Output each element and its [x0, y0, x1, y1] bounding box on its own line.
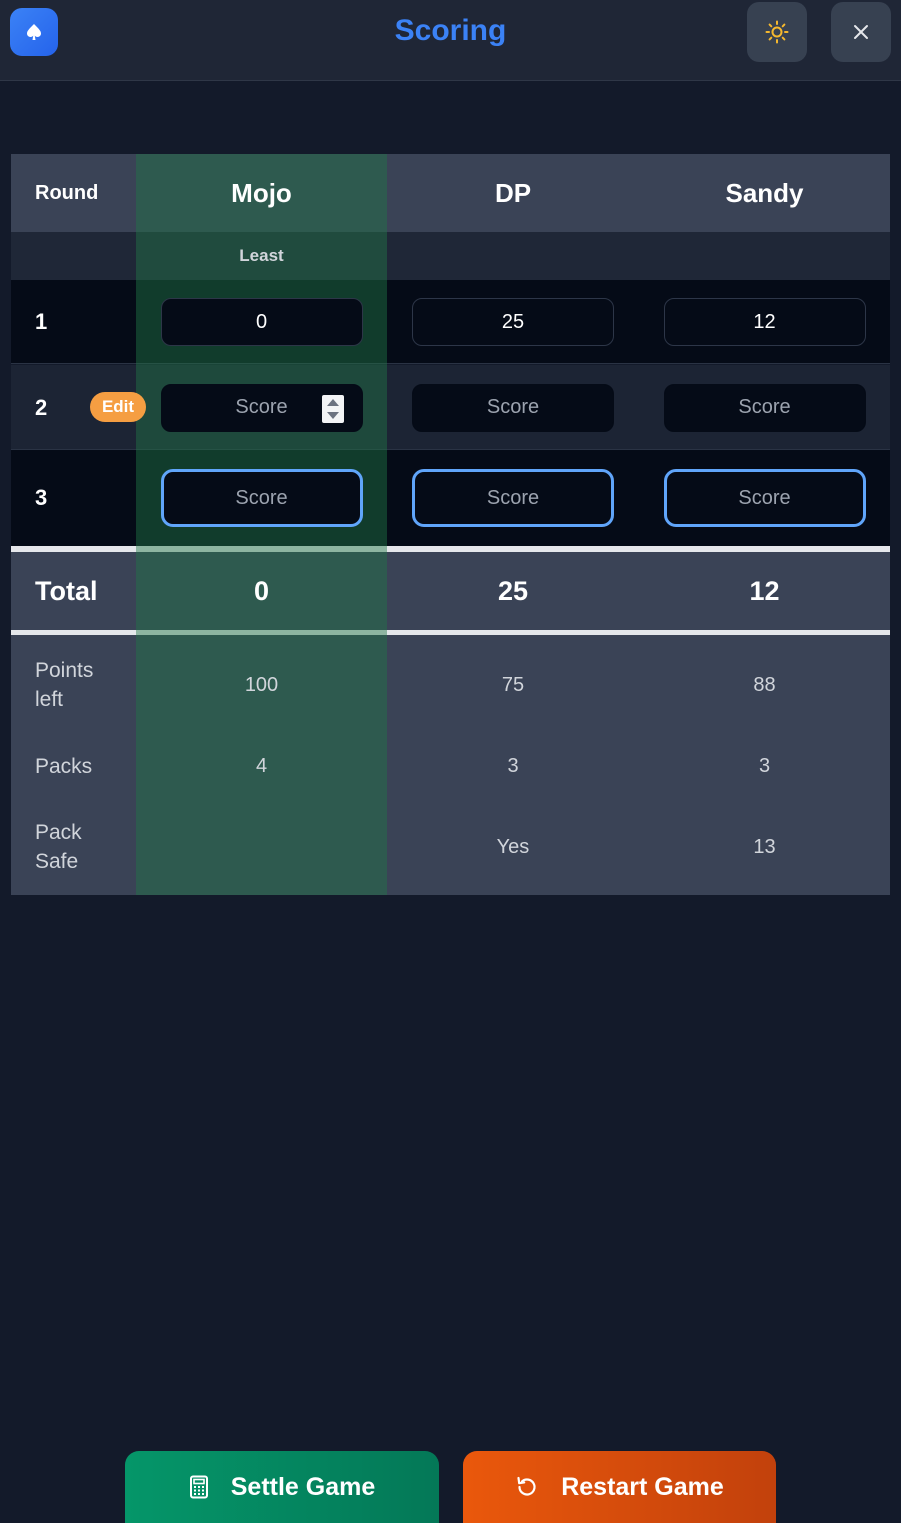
least-label: Least: [239, 246, 284, 265]
score-placeholder: Score: [235, 486, 288, 509]
packs-value: 4: [255, 754, 268, 777]
close-button[interactable]: [831, 2, 891, 62]
settle-game-label: Settle Game: [230, 1472, 376, 1501]
score-placeholder: Score: [738, 486, 791, 509]
player-name-header: DP: [494, 177, 532, 208]
theme-toggle-button[interactable]: [747, 2, 807, 62]
total-value: 0: [253, 575, 270, 606]
score-input[interactable]: Score: [663, 383, 866, 432]
round-column-header: Round: [35, 181, 99, 204]
score-input[interactable]: Score: [412, 383, 614, 432]
close-icon: [854, 25, 868, 39]
pack-safe-value: Yes: [496, 835, 530, 858]
number-spinner-icon[interactable]: [321, 394, 344, 423]
rotate-icon: [517, 1476, 536, 1496]
total-value: 25: [497, 575, 529, 606]
pack-safe-label: Pack Safe: [35, 821, 82, 873]
sun-icon: [765, 20, 789, 44]
round-number: 3: [35, 485, 48, 510]
score-placeholder: Score: [235, 396, 288, 418]
score-input[interactable]: Score: [160, 383, 363, 432]
score-input[interactable]: 12: [663, 298, 866, 346]
score-input[interactable]: 25: [412, 298, 614, 346]
pack-safe-value: [136, 811, 387, 883]
score-input[interactable]: 0: [160, 298, 363, 346]
points-left-label: Points left: [35, 659, 94, 711]
player-name-header: Mojo: [231, 177, 292, 208]
pack-safe-value: 13: [753, 835, 776, 858]
score-input[interactable]: Score: [160, 469, 363, 527]
score-input[interactable]: Score: [663, 469, 866, 527]
points-left-value: 88: [753, 673, 776, 696]
packs-value: 3: [758, 754, 771, 777]
score-input[interactable]: Score: [412, 469, 614, 527]
points-left-value: 100: [244, 673, 279, 696]
round-number: 1: [35, 309, 48, 334]
restart-game-button[interactable]: Restart Game: [463, 1451, 776, 1523]
total-label: Total: [35, 575, 98, 606]
restart-game-label: Restart Game: [561, 1472, 724, 1501]
settle-game-button[interactable]: Settle Game: [125, 1451, 439, 1523]
total-value: 12: [749, 575, 780, 606]
score-table: Round Mojo DP Sandy Least 1 0 25 12 2 Ed…: [11, 154, 890, 895]
points-left-value: 75: [501, 673, 525, 696]
top-bar: Scoring: [0, 0, 901, 81]
score-placeholder: Score: [738, 396, 791, 418]
packs-value: 3: [507, 754, 519, 777]
packs-label: Packs: [35, 754, 93, 778]
calculator-icon: [189, 1475, 208, 1499]
player-name-header: Sandy: [725, 177, 804, 208]
score-placeholder: Score: [486, 396, 540, 418]
score-placeholder: Score: [486, 486, 540, 509]
